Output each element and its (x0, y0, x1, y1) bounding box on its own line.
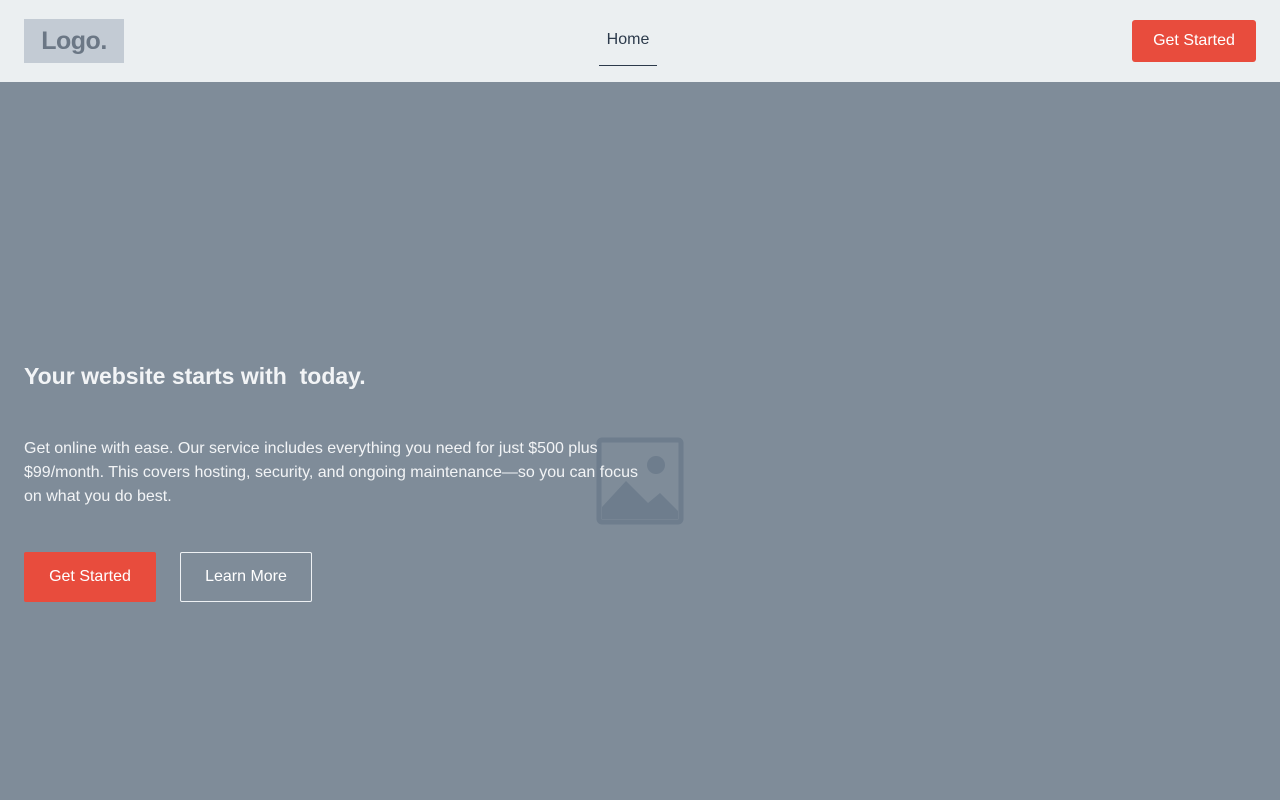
get-started-button[interactable]: Get Started (24, 552, 156, 602)
site-header: Logo. Home Get Started (0, 0, 1280, 82)
logo[interactable]: Logo. (24, 19, 124, 63)
learn-more-button[interactable]: Learn More (180, 552, 312, 602)
get-started-button-header[interactable]: Get Started (1132, 20, 1256, 62)
hero-title: Your website starts with today. (24, 363, 366, 389)
hero-description: Get online with ease. Our service includ… (24, 440, 638, 505)
hero-section: Your website starts with today. Get onli… (0, 82, 1280, 800)
nav-item-home[interactable]: Home (599, 20, 657, 66)
